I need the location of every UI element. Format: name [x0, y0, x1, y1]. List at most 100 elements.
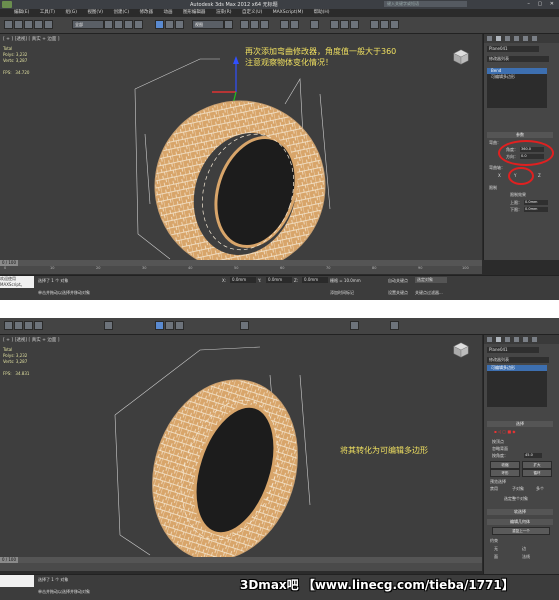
- unlink-icon[interactable]: [34, 321, 43, 330]
- object-name-field[interactable]: Plane041: [487, 46, 539, 52]
- undo-icon[interactable]: [4, 20, 13, 29]
- tire-model[interactable]: [0, 34, 482, 260]
- menu-help[interactable]: 帮助(H): [314, 10, 330, 15]
- select-icon[interactable]: [104, 20, 113, 29]
- y-coordinate-field[interactable]: 0.0mm: [266, 277, 292, 283]
- ignore-backfacing-checkbox[interactable]: 忽略背面: [492, 446, 508, 452]
- soft-selection-rollout[interactable]: 软选择: [487, 509, 553, 515]
- snap-icon[interactable]: [240, 20, 249, 29]
- preview-subobject-radio[interactable]: 子对象: [512, 486, 524, 492]
- menu-graph-editors[interactable]: 图形编辑器: [183, 10, 206, 15]
- material-editor-icon[interactable]: [350, 20, 359, 29]
- selected-dropdown[interactable]: 选定对象: [415, 277, 447, 283]
- selection-rollout[interactable]: 选择: [487, 421, 553, 427]
- constraint-none-radio[interactable]: 无: [494, 546, 498, 552]
- undo-icon[interactable]: [4, 321, 13, 330]
- upper-limit-spinner[interactable]: 0.0mm: [524, 200, 548, 205]
- render-setup-icon[interactable]: [370, 20, 379, 29]
- window-crossing-icon[interactable]: [134, 20, 143, 29]
- track-bar[interactable]: [0, 563, 482, 571]
- bind-icon[interactable]: [44, 20, 53, 29]
- track-bar[interactable]: 0 10 20 30 40 50 60 70 80 90 100: [0, 266, 482, 274]
- key-filters-button[interactable]: 关键点过滤器...: [415, 290, 443, 296]
- redo-icon[interactable]: [14, 321, 23, 330]
- preview-multi-radio[interactable]: 多个: [536, 486, 544, 492]
- z-coordinate-field[interactable]: 0.0mm: [302, 277, 328, 283]
- by-angle-checkbox[interactable]: 按角度：: [492, 453, 508, 459]
- rotate-icon[interactable]: [165, 20, 174, 29]
- menu-customize[interactable]: 自定义(U): [242, 10, 262, 15]
- subobject-icons[interactable]: ▪ ◁ ▢ ■ ◆: [494, 429, 516, 434]
- display-tab-icon[interactable]: [523, 36, 528, 41]
- stack-item-editable-poly[interactable]: 可编辑多边形: [487, 365, 547, 371]
- menu-modifiers[interactable]: 修改器: [140, 10, 154, 15]
- maxscript-listener[interactable]: 欢迎使用 MAXScript。: [0, 276, 34, 288]
- utilities-tab-icon[interactable]: [532, 36, 537, 41]
- menu-group[interactable]: 组(G): [66, 10, 78, 15]
- search-input[interactable]: 键入关键字或短语: [384, 1, 467, 7]
- maxscript-listener[interactable]: [0, 575, 34, 587]
- motion-tab-icon[interactable]: [514, 337, 519, 342]
- edit-geometry-rollout[interactable]: 编辑几何体: [487, 519, 553, 525]
- repeat-last-button[interactable]: 重复上一个: [492, 527, 550, 535]
- scale-icon[interactable]: [175, 20, 184, 29]
- menu-maxscript[interactable]: MAXScript(M): [273, 10, 304, 15]
- curve-editor-icon[interactable]: [330, 20, 339, 29]
- unlink-icon[interactable]: [34, 20, 43, 29]
- display-tab-icon[interactable]: [523, 337, 528, 342]
- menu-tools[interactable]: 工具(T): [40, 10, 55, 15]
- select-icon[interactable]: [104, 321, 113, 330]
- window-controls[interactable]: – ▢ ✕: [527, 1, 557, 7]
- loop-button[interactable]: 循环: [522, 469, 552, 477]
- set-key-button[interactable]: 设置关键点: [388, 290, 408, 296]
- constraint-face-radio[interactable]: 面: [494, 554, 498, 560]
- motion-tab-icon[interactable]: [514, 36, 519, 41]
- redo-icon[interactable]: [14, 20, 23, 29]
- schematic-icon[interactable]: [340, 20, 349, 29]
- link-icon[interactable]: [24, 321, 33, 330]
- tire-model[interactable]: [0, 335, 482, 557]
- menu-views[interactable]: 视图(V): [87, 10, 103, 15]
- menu-animation[interactable]: 动画: [164, 10, 173, 15]
- modify-tab-icon[interactable]: [496, 36, 501, 41]
- object-name-field[interactable]: Plane041: [487, 347, 539, 353]
- axis-z-radio[interactable]: Z: [538, 173, 541, 178]
- create-tab-icon[interactable]: [487, 337, 492, 342]
- shrink-button[interactable]: 收缩: [490, 461, 520, 469]
- modify-tab-icon[interactable]: [496, 337, 501, 342]
- hierarchy-tab-icon[interactable]: [505, 337, 510, 342]
- move-icon[interactable]: [155, 321, 164, 330]
- utilities-tab-icon[interactable]: [532, 337, 537, 342]
- parameters-rollout[interactable]: 参数: [487, 132, 553, 138]
- render-frame-icon[interactable]: [380, 20, 389, 29]
- x-coordinate-field[interactable]: 0.0mm: [230, 277, 256, 283]
- grow-button[interactable]: 扩大: [522, 461, 552, 469]
- hierarchy-tab-icon[interactable]: [505, 36, 510, 41]
- create-tab-icon[interactable]: [487, 36, 492, 41]
- snap-icon[interactable]: [240, 321, 249, 330]
- perspective-viewport[interactable]: [ + ] [透视] [ 真实 + 边面 ] Total Polys: 3,23…: [0, 335, 482, 557]
- rect-select-icon[interactable]: [124, 20, 133, 29]
- move-icon[interactable]: [155, 20, 164, 29]
- stack-item-editable-poly[interactable]: 可编辑多边形: [487, 74, 547, 80]
- rotate-icon[interactable]: [165, 321, 174, 330]
- percent-snap-icon[interactable]: [260, 20, 269, 29]
- render-icon[interactable]: [390, 20, 399, 29]
- scale-icon[interactable]: [175, 321, 184, 330]
- app-logo-icon[interactable]: [2, 1, 12, 8]
- modifier-list-dropdown[interactable]: 修改器列表: [487, 56, 549, 62]
- constraint-normal-radio[interactable]: 法线: [522, 554, 530, 560]
- angle-snap-icon[interactable]: [250, 20, 259, 29]
- constraint-edge-radio[interactable]: 边: [522, 546, 526, 552]
- layer-icon[interactable]: [310, 20, 319, 29]
- pivot-icon[interactable]: [224, 20, 233, 29]
- perspective-viewport[interactable]: [ + ] [透视] [ 真实 + 边面 ] Total Polys: 3,23…: [0, 34, 482, 260]
- angle-spinner[interactable]: 45.0: [524, 453, 542, 458]
- preview-disabled-radio[interactable]: 禁用: [490, 486, 498, 492]
- modifier-list-dropdown[interactable]: 修改器列表: [487, 357, 549, 363]
- align-icon[interactable]: [290, 20, 299, 29]
- mirror-icon[interactable]: [280, 20, 289, 29]
- menu-create[interactable]: 创建(C): [113, 10, 129, 15]
- limit-effect-checkbox[interactable]: 限制效果: [510, 192, 526, 198]
- reference-coordinate-dropdown[interactable]: 视图: [192, 20, 224, 29]
